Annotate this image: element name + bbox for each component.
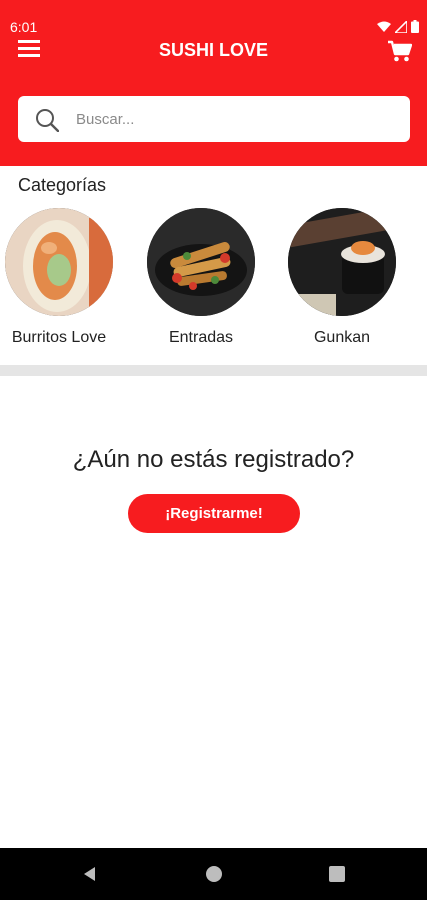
category-entradas[interactable]: Entradas (146, 208, 256, 348)
category-burritos-love[interactable]: Burritos Love (4, 208, 114, 348)
category-label: Entradas (168, 329, 234, 346)
register-prompt: ¿Aún no estás registrado? (72, 446, 355, 473)
signal-icon (395, 20, 407, 33)
category-image-gunkan[interactable] (288, 208, 396, 316)
cart-icon[interactable] (388, 40, 412, 62)
category-label: Burritos Love (11, 329, 107, 346)
app-title: SUSHI LOVE (158, 40, 269, 60)
register-button[interactable]: ¡Registrarme! (128, 494, 300, 533)
search-icon[interactable] (35, 108, 59, 132)
search-input[interactable] (76, 96, 396, 142)
app-header: 6:01 SUSHI LOVE (0, 0, 427, 166)
category-label: Gunkan (313, 329, 371, 346)
back-icon[interactable] (80, 864, 100, 884)
wifi-icon (377, 21, 391, 32)
system-nav-bar (0, 848, 427, 900)
status-time: 6:01 (10, 19, 38, 35)
recents-icon[interactable] (327, 864, 347, 884)
section-divider (0, 365, 427, 376)
category-gunkan[interactable]: Gunkan (287, 208, 397, 348)
category-image-burritos-love[interactable] (5, 208, 113, 316)
home-icon[interactable] (204, 864, 224, 884)
battery-icon (411, 20, 419, 33)
category-image-entradas[interactable] (147, 208, 255, 316)
status-icons (377, 20, 419, 33)
categories-title: Categorías (18, 175, 107, 195)
search-bar[interactable] (18, 96, 410, 142)
